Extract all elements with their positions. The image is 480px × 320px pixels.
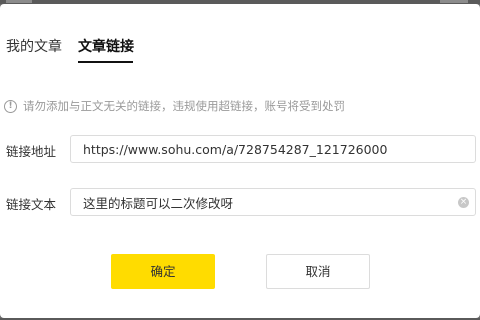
background-hint-left (6, 0, 32, 3)
link-text-label: 链接文本 (6, 197, 57, 212)
link-dialog: 我的文章 文章链接 ! 请勿添加与正文无关的链接，违规使用超链接，账号将受到处罚… (0, 4, 480, 318)
tab-article-link[interactable]: 文章链接 (78, 37, 134, 57)
background-hint-right (440, 0, 468, 3)
confirm-button[interactable]: 确定 (111, 254, 215, 289)
link-text-input[interactable] (70, 188, 476, 216)
link-url-input[interactable] (70, 135, 476, 163)
cancel-button[interactable]: 取消 (266, 254, 370, 289)
tab-my-articles[interactable]: 我的文章 (6, 37, 62, 57)
notice-row: ! 请勿添加与正文无关的链接，违规使用超链接，账号将受到处罚 (4, 98, 345, 114)
active-tab-indicator (78, 61, 133, 63)
notice-text: 请勿添加与正文无关的链接，违规使用超链接，账号将受到处罚 (23, 99, 345, 113)
info-icon: ! (4, 99, 17, 113)
clear-icon[interactable]: × (458, 197, 469, 208)
link-url-label: 链接地址 (6, 144, 57, 159)
